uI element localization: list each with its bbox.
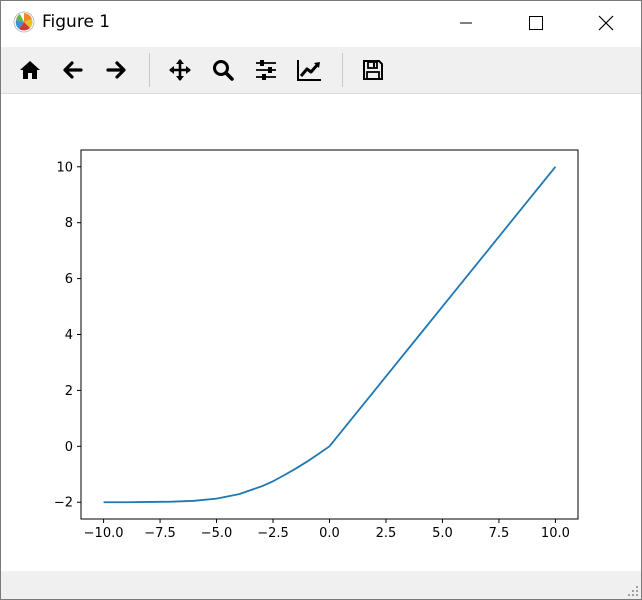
x-tick-label: 7.5: [489, 526, 510, 541]
maximize-icon: [529, 16, 543, 30]
x-tick-label: −5.0: [201, 526, 233, 541]
x-tick-label: 0.0: [319, 526, 340, 541]
close-button[interactable]: [583, 1, 629, 45]
configure-subplots-button[interactable]: [251, 55, 281, 85]
maximize-button[interactable]: [513, 1, 559, 45]
x-tick-label: −10.0: [84, 526, 124, 541]
minimize-button[interactable]: [443, 1, 489, 45]
pan-button[interactable]: [165, 55, 195, 85]
zoom-icon: [213, 60, 234, 81]
matplotlib-icon: [13, 11, 35, 33]
y-tick-label: 10: [56, 160, 73, 175]
resize-grip-icon[interactable]: [627, 585, 639, 597]
save-button[interactable]: [358, 55, 388, 85]
y-tick-label: 6: [65, 272, 73, 287]
forward-arrow-icon: [106, 61, 126, 79]
figure-canvas[interactable]: −10.0 −7.5 −5.0 −2.5 0.0 2.5 5.0 7.5 10.0 −2 0 2 4 6 8…: [1, 94, 641, 571]
y-tick-label: 2: [65, 384, 73, 399]
x-tick-label: −7.5: [144, 526, 176, 541]
window-title: Figure 1: [42, 12, 111, 32]
y-tick-label: 8: [65, 216, 73, 231]
line-chart[interactable]: −10.0 −7.5 −5.0 −2.5 0.0 2.5 5.0 7.5 10.0 −2 0 2 4 6 8…: [1, 94, 641, 571]
toolbar-separator: [149, 53, 150, 87]
pan-icon: [169, 59, 191, 81]
home-button[interactable]: [15, 55, 45, 85]
back-button[interactable]: [58, 55, 88, 85]
x-tick-label: 2.5: [376, 526, 397, 541]
back-arrow-icon: [63, 61, 83, 79]
axes-frame: [80, 149, 579, 520]
minimize-icon: [460, 22, 472, 24]
x-tick-label: 5.0: [432, 526, 453, 541]
x-tick-label: −2.5: [257, 526, 289, 541]
y-tick-label: 0: [65, 440, 73, 455]
navigation-toolbar: [1, 47, 641, 94]
forward-button[interactable]: [101, 55, 131, 85]
subplots-icon: [256, 60, 276, 80]
zoom-button[interactable]: [208, 55, 238, 85]
close-icon: [598, 15, 614, 31]
toolbar-separator: [342, 53, 343, 87]
y-tick-label: 4: [65, 328, 73, 343]
y-tick-label: −2: [54, 496, 73, 511]
title-bar[interactable]: Figure 1: [1, 1, 641, 45]
data-line: [103, 166, 557, 504]
edit-axis-icon: [297, 60, 321, 81]
save-icon: [363, 60, 383, 80]
status-bar: [1, 571, 641, 599]
home-icon: [20, 61, 40, 79]
figure-window: Figure 1 −10.0 −7.5 −5.0 −2.5 0.0 2.5 5.…: [0, 0, 642, 600]
x-tick-label: 10.0: [541, 526, 570, 541]
edit-axis-button[interactable]: [294, 55, 324, 85]
